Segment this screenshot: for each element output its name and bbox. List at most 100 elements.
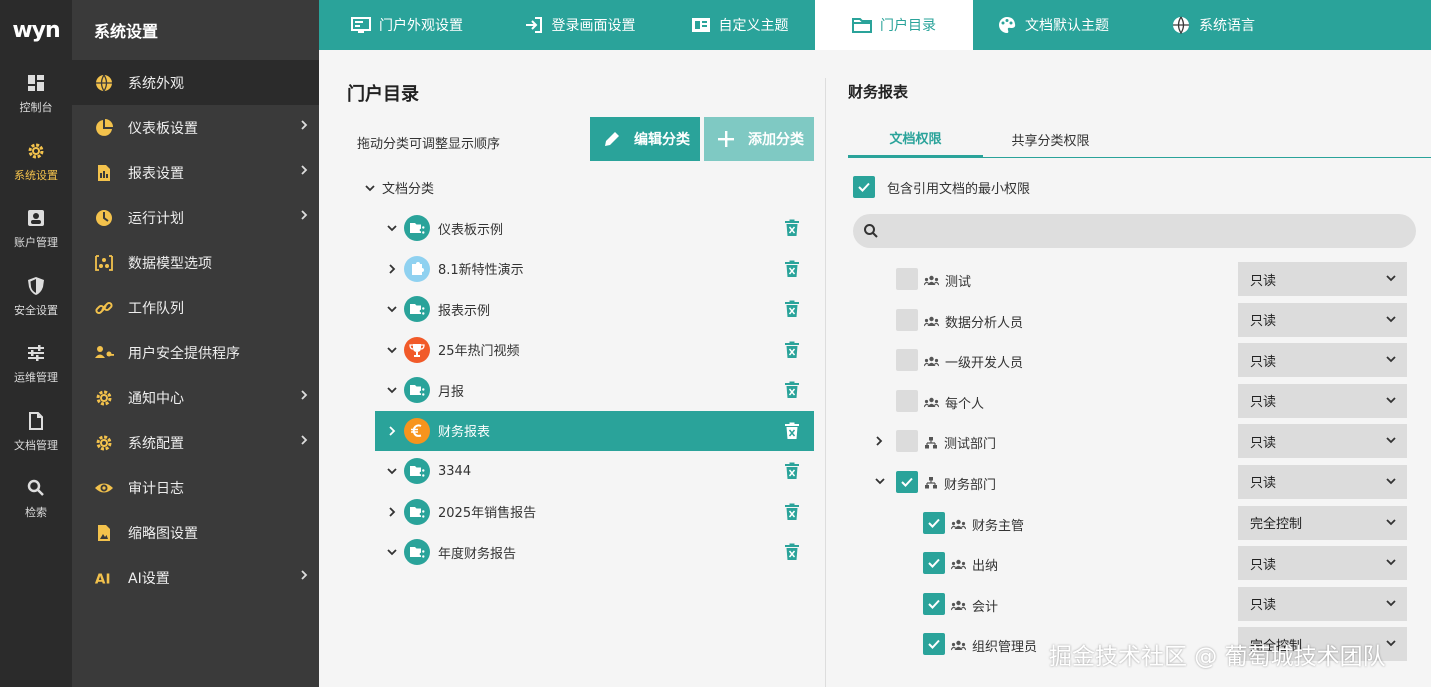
permission-subject: 财务主管 [951,515,1024,534]
chevron-down-icon[interactable] [383,466,401,476]
tab-3[interactable]: 门户目录 [815,0,973,50]
search-icon [863,223,879,239]
sidebar-item-4[interactable]: 数据模型选项 [72,240,319,285]
brand-logo[interactable]: wyn [0,0,72,60]
rail-item-4[interactable]: 运维管理 [0,330,72,398]
category-item[interactable]: 财务报表 [375,410,814,451]
delete-icon[interactable] [784,260,800,278]
permission-level-select[interactable]: 只读 [1238,546,1407,581]
permission-level-select[interactable]: 只读 [1238,343,1407,378]
rail-item-5[interactable]: 文档管理 [0,398,72,466]
delete-icon[interactable] [784,543,800,561]
tab-share-permissions[interactable]: 共享分类权限 [983,120,1118,158]
delete-icon[interactable] [784,422,800,440]
permission-checkbox[interactable] [923,633,945,656]
category-item[interactable]: 仪表板示例 [375,208,814,249]
tree-root[interactable]: 文档分类 [364,178,434,197]
permission-level-value: 只读 [1250,476,1277,492]
chevron-down-icon[interactable] [383,304,401,314]
chevron-down-icon[interactable] [383,547,401,557]
permission-checkbox[interactable] [896,268,918,290]
delete-icon[interactable] [784,381,800,399]
category-item[interactable]: 3344 [375,451,814,492]
rail-item-3[interactable]: 安全设置 [0,263,72,331]
sidebar-item-label: 系统配置 [128,435,184,452]
category-item[interactable]: 月报 [375,370,814,411]
permission-checkbox[interactable] [923,511,945,534]
chevron-down-icon [1385,354,1397,364]
chevron-right-icon [299,164,309,180]
tab-label: 文档默认主题 [1025,18,1109,34]
category-item[interactable]: 报表示例 [375,289,814,330]
org-icon [924,477,938,489]
sidebar-item-11[interactable]: AI AI设置 [72,555,319,600]
delete-icon[interactable] [784,341,800,359]
permission-checkbox[interactable] [923,552,945,575]
permission-checkbox[interactable] [896,308,918,331]
add-category-button[interactable]: 添加分类 [704,117,814,161]
rail-item-1[interactable]: 系统设置 [0,128,72,196]
tab-4[interactable]: 文档默认主题 [973,0,1133,50]
include-checkbox[interactable] [853,176,875,198]
tab-1[interactable]: 登录画面设置 [495,0,664,50]
chevron-down-icon[interactable] [383,223,401,233]
permission-level-select[interactable]: 只读 [1238,262,1407,296]
chevron-right-icon[interactable] [383,506,401,518]
rail-item-6[interactable]: 检索 [0,465,72,533]
category-item[interactable]: 2025年销售报告 [375,492,814,533]
folder-share-icon [404,498,430,525]
permission-level-select[interactable]: 只读 [1238,586,1407,621]
chevron-down-icon[interactable] [874,476,886,486]
permission-level-select[interactable]: 只读 [1238,383,1407,418]
sidebar-item-3[interactable]: 运行计划 [72,195,319,240]
chevron-down-icon[interactable] [383,345,401,355]
permission-checkbox[interactable] [896,430,918,453]
sidebar-item-7[interactable]: 通知中心 [72,375,319,420]
delete-icon[interactable] [784,219,800,237]
permission-level-select[interactable]: 只读 [1238,302,1407,337]
delete-icon[interactable] [784,503,800,521]
permission-level-select[interactable]: 只读 [1238,424,1407,459]
permission-checkbox[interactable] [896,389,918,412]
sidebar-item-8[interactable]: 系统配置 [72,420,319,465]
tab-5[interactable]: 系统语言 [1133,0,1293,50]
category-item[interactable]: 8.1新特性演示 [375,249,814,290]
rail-item-0[interactable]: 控制台 [0,60,72,128]
chevron-down-icon[interactable] [383,385,401,395]
sidebar-item-1[interactable]: 仪表板设置 [72,105,319,150]
permission-checkbox[interactable] [923,592,945,615]
chevron-right-icon[interactable] [874,435,884,447]
sidebar-item-10[interactable]: 缩略图设置 [72,510,319,555]
search-input[interactable] [885,223,1385,239]
category-item[interactable]: 25年热门视频 [375,330,814,371]
sliders-icon [25,342,47,364]
sidebar-item-9[interactable]: 审计日志 [72,465,319,510]
permission-search[interactable] [853,214,1416,248]
permission-checkbox[interactable] [896,349,918,372]
sidebar-item-6[interactable]: 用户安全提供程序 [72,330,319,375]
tab-document-permissions[interactable]: 文档权限 [848,120,983,158]
permission-level-select[interactable]: 完全控制 [1238,505,1407,540]
tab-2[interactable]: 自定义主题 [664,0,815,50]
edit-category-button[interactable]: 编辑分类 [590,117,700,161]
chevron-right-icon [299,119,309,135]
chevron-down-icon[interactable] [364,182,376,194]
chevron-right-icon[interactable] [383,263,401,275]
delete-icon[interactable] [784,462,800,480]
permission-level-select[interactable]: 只读 [1238,464,1407,499]
delete-icon[interactable] [784,300,800,318]
chevron-down-icon [1385,273,1397,283]
catalog-hint: 拖动分类可调整显示顺序 [357,137,501,152]
category-item[interactable]: 年度财务报告 [375,532,814,573]
rail-item-2[interactable]: 账户管理 [0,195,72,263]
folder-share-icon [404,539,430,566]
add-category-label: 添加分类 [748,132,804,148]
sidebar-item-5[interactable]: 工作队列 [72,285,319,330]
sidebar-item-2[interactable]: 报表设置 [72,150,319,195]
category-tree: 仪表板示例 8.1新特性演示 报表示例 25年热门视频 月报 财务报表 3344 2025年销… [375,208,814,573]
sidebar-item-0[interactable]: 系统外观 [72,60,319,105]
include-min-permission[interactable]: 包含引用文档的最小权限 [853,176,1030,198]
permission-checkbox[interactable] [896,470,918,493]
chevron-right-icon[interactable] [383,425,401,437]
tab-0[interactable]: 门户外观设置 [319,0,495,50]
